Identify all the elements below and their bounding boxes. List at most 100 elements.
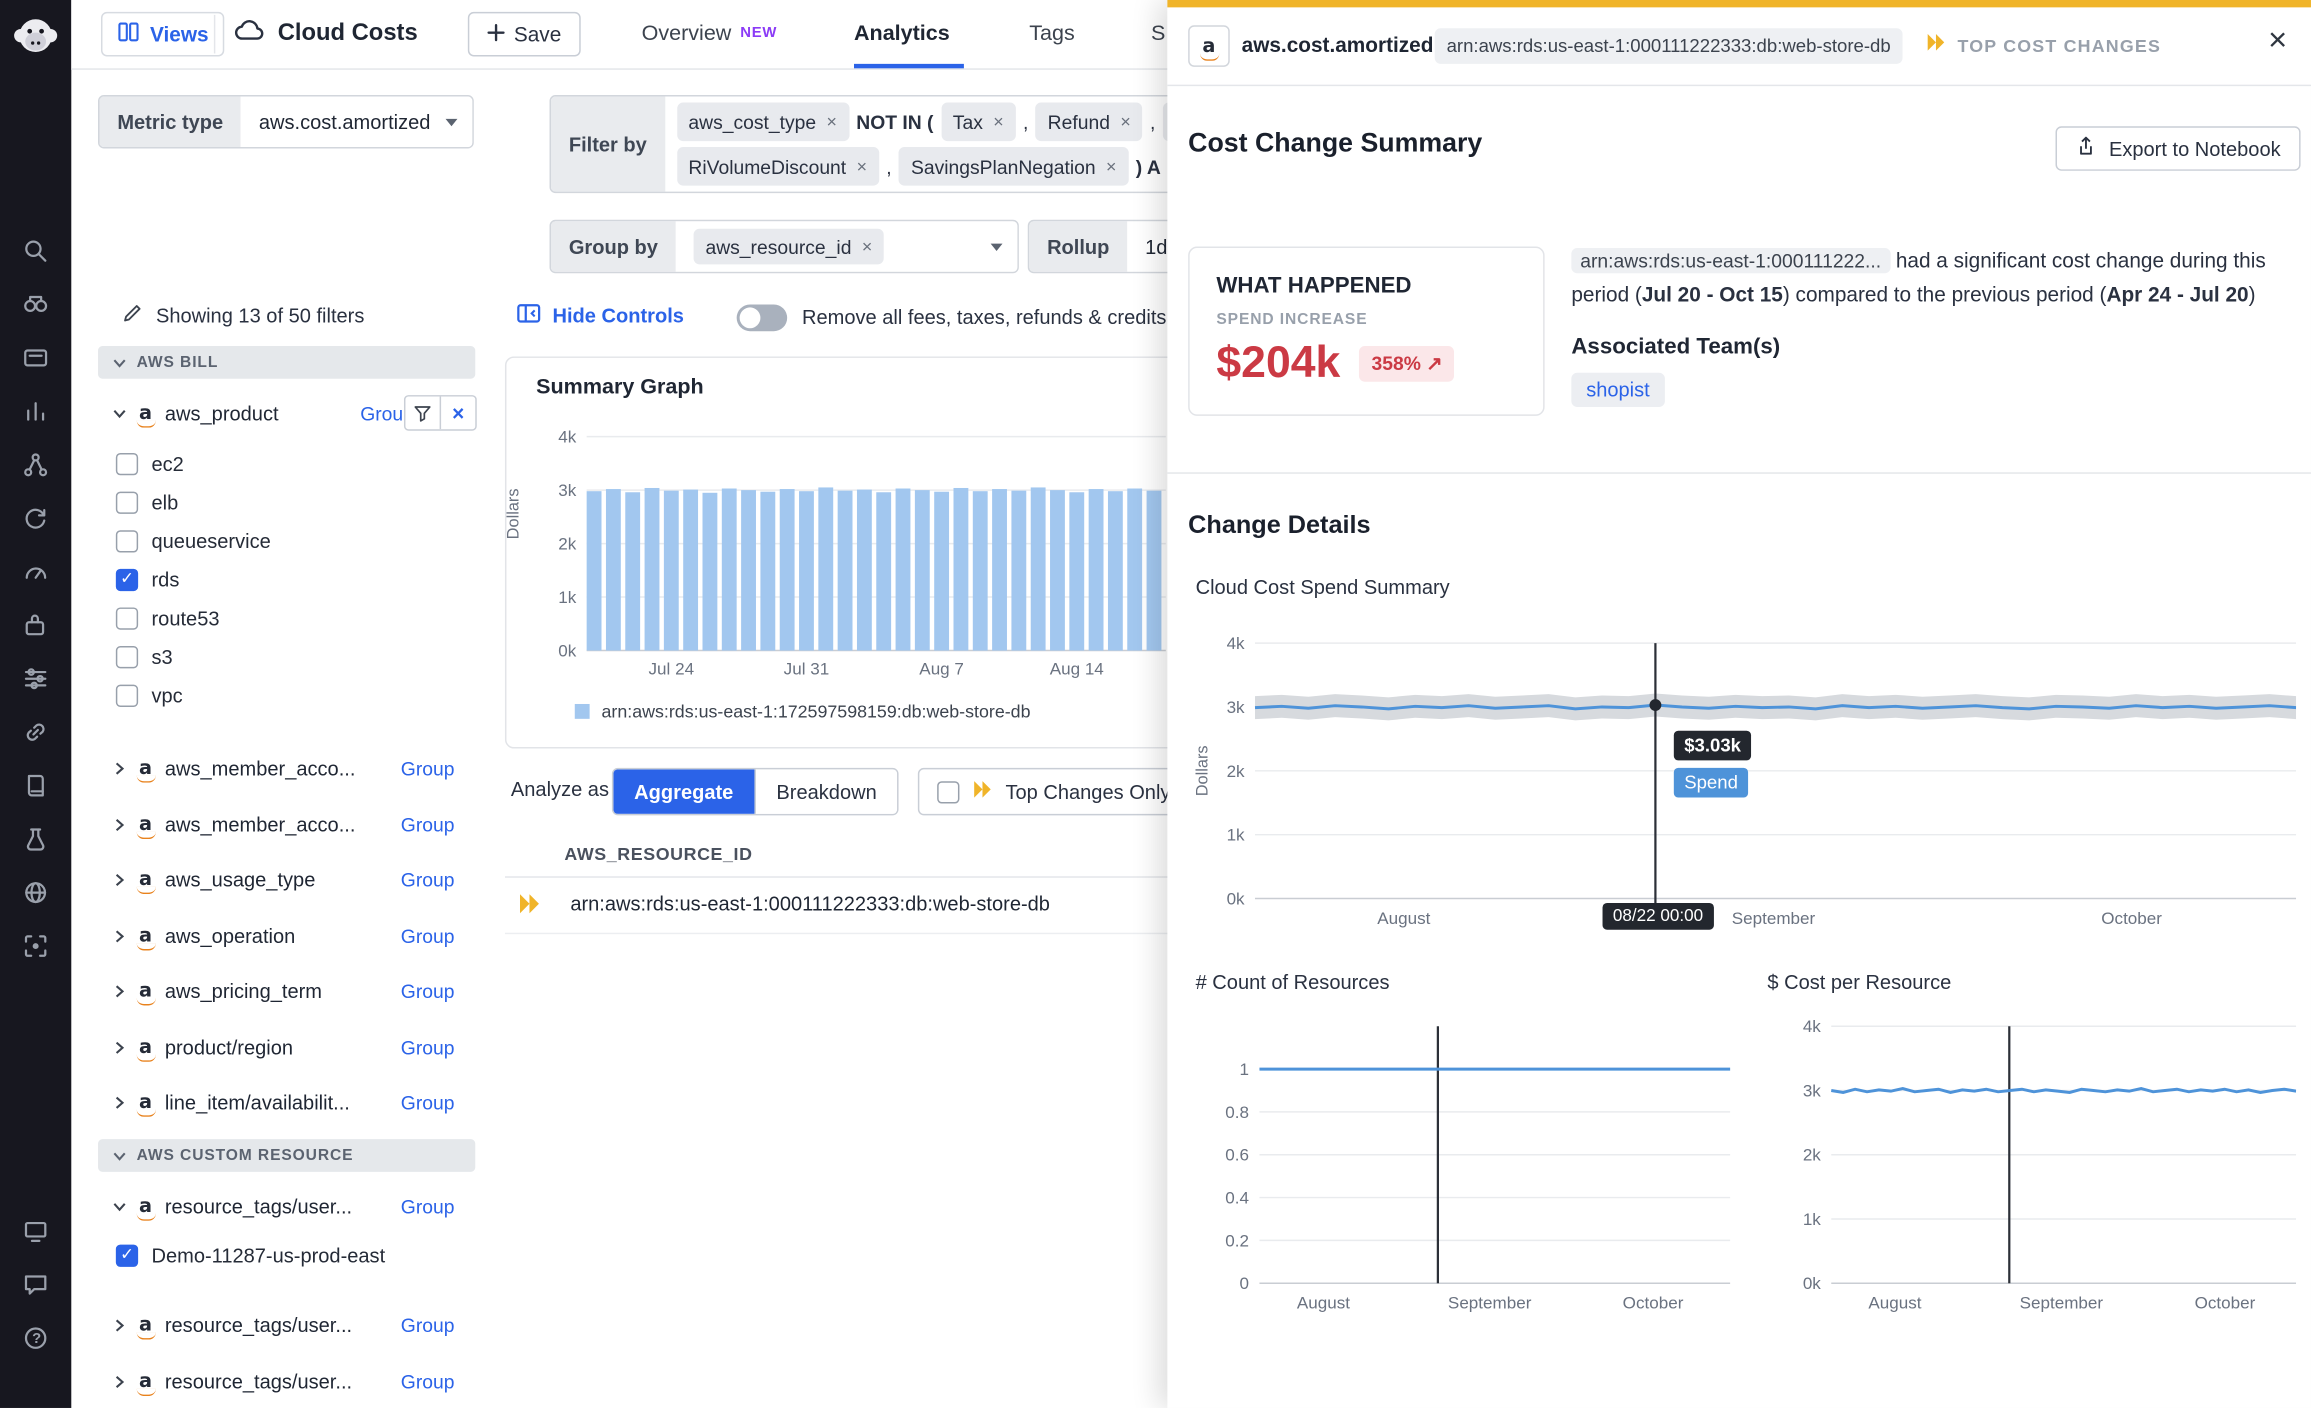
group-link[interactable]: Group (401, 925, 475, 947)
remove-chip-icon[interactable]: × (993, 111, 1003, 132)
aggregate-button[interactable]: Aggregate (613, 769, 754, 814)
filter-row[interactable]: aresource_tags/user...Group (98, 1298, 475, 1354)
filter-by-control[interactable]: Filter by aws_cost_type× NOT IN ( Tax× ,… (550, 95, 1255, 193)
checkbox[interactable] (116, 452, 138, 474)
group-link[interactable]: Group (401, 1195, 475, 1217)
globe-icon[interactable] (22, 879, 49, 906)
summary-graph-chart[interactable]: 0k1k2k3k4kJul 24Jul 31Aug 7Aug 14 (533, 426, 1166, 690)
workstation-icon[interactable] (22, 1218, 49, 1245)
group-by-chip[interactable]: aws_resource_id× (694, 229, 885, 265)
metric-type-control[interactable]: Metric type aws.cost.amortized (98, 95, 474, 148)
metric-type-value[interactable]: aws.cost.amortized (241, 97, 472, 147)
metric-type-label: Metric type (100, 97, 242, 147)
labs-icon[interactable] (22, 826, 49, 853)
filter-row[interactable]: aproduct/regionGroup (98, 1020, 475, 1076)
resource-row-link[interactable]: arn:aws:rds:us-east-1:000111222333:db:we… (570, 893, 1050, 915)
tab-extra[interactable]: S (1151, 0, 1165, 67)
views-button[interactable]: Views (101, 12, 225, 57)
scan-icon[interactable] (22, 933, 49, 960)
checkbox[interactable] (116, 491, 138, 513)
filter-row[interactable]: aaws_member_acco...Group (98, 741, 475, 797)
remove-chip-icon[interactable]: × (857, 156, 867, 177)
filter-row[interactable]: aaws_pricing_termGroup (98, 964, 475, 1020)
group-link[interactable]: Group (401, 981, 475, 1003)
export-notebook-button[interactable]: Export to Notebook (2056, 126, 2300, 171)
checkbox[interactable] (116, 684, 138, 706)
checkbox[interactable] (116, 568, 138, 590)
spend-summary-chart[interactable]: 0k1k2k3k4kAugustSeptemberOctober (1215, 633, 2296, 942)
filter-value-chip[interactable]: SavingsPlanNegation× (899, 147, 1128, 186)
resource-count-chart[interactable]: 00.20.40.60.81AugustSeptemberOctober (1209, 1016, 1730, 1326)
topology-icon[interactable] (22, 452, 49, 479)
links-icon[interactable] (22, 719, 49, 746)
checkbox-option[interactable]: elb (98, 483, 475, 522)
group-link[interactable]: Group (401, 1315, 475, 1337)
pipelines-icon[interactable] (22, 665, 49, 692)
filter-value-chip[interactable]: Tax× (941, 102, 1016, 141)
panel-resource-chip[interactable]: arn:aws:rds:us-east-1:000111222333:db:we… (1435, 28, 1903, 64)
remove-chip-icon[interactable]: × (1106, 156, 1116, 177)
aws-icon: a (137, 402, 155, 424)
section-aws-custom-resource[interactable]: AWS CUSTOM RESOURCE (98, 1139, 475, 1172)
group-by-control[interactable]: Group by aws_resource_id× (550, 220, 1019, 273)
help-icon[interactable]: ? (22, 1325, 49, 1352)
collections-icon[interactable] (22, 345, 49, 372)
filter-funnel-button[interactable] (405, 397, 439, 430)
checkbox[interactable] (116, 529, 138, 551)
group-link[interactable]: Group (401, 1092, 475, 1114)
remove-fees-toggle[interactable] (737, 304, 787, 331)
explore-icon[interactable] (22, 291, 49, 318)
top-changes-filter[interactable]: Top Changes Only (918, 768, 1190, 816)
checkbox-option[interactable]: ec2 (98, 444, 475, 483)
checkbox-option[interactable]: s3 (98, 637, 475, 676)
section-aws-bill[interactable]: AWS BILL (98, 346, 475, 379)
checkbox[interactable] (116, 607, 138, 629)
group-link[interactable]: Group (401, 814, 475, 836)
group-by-value[interactable]: aws_resource_id× (676, 221, 1018, 271)
checkbox[interactable] (116, 1244, 138, 1266)
search-icon[interactable] (22, 238, 49, 265)
sync-icon[interactable] (22, 505, 49, 532)
save-button[interactable]: Save (468, 12, 581, 57)
filter-row[interactable]: aaws_usage_typeGroup (98, 853, 475, 909)
cost-per-resource-chart[interactable]: 0k1k2k3k4kAugustSeptemberOctober (1781, 1016, 2296, 1326)
clear-filter-button[interactable]: × (440, 397, 476, 430)
feedback-icon[interactable] (22, 1271, 49, 1298)
remove-chip-icon[interactable]: × (827, 111, 837, 132)
inline-resource-chip[interactable]: arn:aws:rds:us-east-1:000111222... (1571, 248, 1890, 273)
integrations-icon[interactable] (22, 612, 49, 639)
close-button[interactable]: × (2268, 24, 2287, 57)
remove-chip-icon[interactable]: × (862, 236, 872, 257)
checkbox-option[interactable]: route53 (98, 599, 475, 638)
filter-value-chip[interactable]: RiVolumeDiscount× (677, 147, 879, 186)
tab-tags[interactable]: Tags (1029, 0, 1075, 67)
checkbox-option[interactable]: rds (98, 560, 475, 599)
checkbox[interactable] (116, 645, 138, 667)
filter-row[interactable]: aaws_operationGroup (98, 908, 475, 964)
filter-group-resource-tags[interactable]: a resource_tags/user... Group (98, 1188, 475, 1224)
filter-row[interactable]: aresource_tags/user...Group (98, 1354, 475, 1408)
checkbox-option[interactable]: vpc (98, 676, 475, 715)
hide-controls-link[interactable]: Hide Controls (517, 303, 684, 328)
top-changes-checkbox[interactable] (937, 780, 959, 802)
group-link[interactable]: Group (401, 1036, 475, 1058)
remove-chip-icon[interactable]: × (1120, 111, 1130, 132)
filter-field-chip[interactable]: aws_cost_type× (677, 102, 849, 141)
filter-row[interactable]: aline_item/availabilit...Group (98, 1075, 475, 1131)
docs-icon[interactable] (22, 772, 49, 799)
breakdown-button[interactable]: Breakdown (754, 769, 897, 814)
checkbox-option[interactable]: queueservice (98, 521, 475, 560)
group-link[interactable]: Group (401, 758, 475, 780)
metrics-icon[interactable] (22, 398, 49, 425)
group-link[interactable]: Group (401, 869, 475, 891)
filter-row[interactable]: aaws_member_acco...Group (98, 797, 475, 853)
app-rail: ? (0, 0, 71, 1408)
tab-overview[interactable]: Overview NEW (642, 0, 778, 67)
gauge-icon[interactable] (22, 558, 49, 585)
filter-value-chip[interactable]: Refund× (1036, 102, 1143, 141)
checkbox-option[interactable]: Demo-11287-us-prod-east (98, 1236, 475, 1275)
group-link[interactable]: Group (401, 1370, 475, 1392)
tab-analytics[interactable]: Analytics (854, 0, 950, 67)
app-logo[interactable] (10, 12, 60, 62)
team-chip[interactable]: shopist (1571, 373, 1664, 407)
